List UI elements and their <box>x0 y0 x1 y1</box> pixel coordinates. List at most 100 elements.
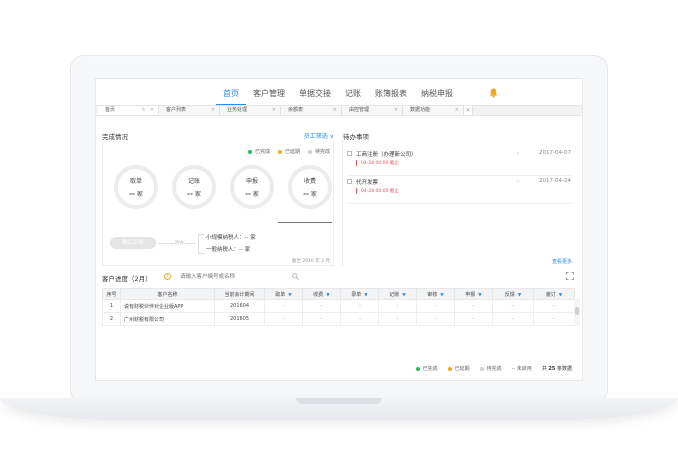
caret-down-icon[interactable]: ▼ <box>478 293 481 298</box>
column-header-filter[interactable]: 申报 ▼ <box>454 288 493 300</box>
close-icon[interactable]: × <box>211 106 215 115</box>
nav-item-handover[interactable]: 单据交接 <box>292 87 338 105</box>
info-icon[interactable]: i <box>164 273 171 280</box>
column-header-label: 审核 <box>427 291 438 298</box>
status-cell: -- <box>340 312 379 326</box>
table-row[interactable]: 2 广州财税有限公司 201605 -- -- -- -- -- -- -- -… <box>102 312 575 326</box>
nav-item-customers[interactable]: 客户管理 <box>246 87 292 105</box>
customer-name[interactable]: 广州财税有限公司 <box>120 312 215 326</box>
caret-down-icon[interactable]: ▼ <box>559 293 562 298</box>
nav-item-home[interactable]: 首页 <box>216 87 246 105</box>
ring-label: 收费 <box>303 178 316 185</box>
ring-label: 记账 <box>187 178 200 185</box>
status-cell: -- <box>492 312 534 326</box>
tab-home[interactable]: 首页 ↻ × <box>98 106 159 115</box>
ring-bookkeeping[interactable]: 记账 -- 家 <box>172 165 216 209</box>
column-header-label: 取单 <box>275 291 286 298</box>
todo-item[interactable]: 工商注册（办理新公司） › 2017-04-07 04-28 00:00 截止 <box>347 148 573 176</box>
customer-search-input[interactable] <box>180 272 288 282</box>
caret-down-icon[interactable]: ▼ <box>440 293 443 298</box>
close-icon[interactable]: × <box>394 106 398 115</box>
tab-balance[interactable]: 余额表 × <box>281 106 342 115</box>
caret-down-icon[interactable]: ▼ <box>288 293 291 298</box>
tab-customer-list[interactable]: 客户列表 × <box>159 106 220 115</box>
small-taxpayer-count: 小规模纳税人：-- 家 <box>206 235 256 241</box>
todo-item[interactable]: 代开发票 › 2017-04-24 04-28 00:00 截止 <box>347 176 573 204</box>
app-screen: 首页 客户管理 单据交接 记账 账簿报表 纳税申报 首页 ↻ × 客户列表 × 业务处… <box>95 78 583 381</box>
orange-dot-icon <box>277 149 282 154</box>
legend-pending: 待完成 <box>479 365 502 372</box>
staff-filter-dropdown[interactable]: 员工筛选 ∨ <box>304 131 334 140</box>
completion-panel: 完成情况 员工筛选 ∨ 已完成 已延期 待完成 取单 -- 家 记账 -- 家 … <box>102 131 334 266</box>
ring-unit: 家 <box>310 191 317 198</box>
todo-name: 代开发票 <box>356 180 379 186</box>
orange-dot-icon <box>447 366 452 371</box>
column-header-filter[interactable]: 收费 ▼ <box>302 288 341 300</box>
tab-label: 业务处理 <box>227 107 248 113</box>
caret-down-icon[interactable]: ▼ <box>402 293 405 298</box>
gray-dot-icon <box>307 149 312 154</box>
table-scrollbar[interactable] <box>574 299 580 325</box>
status-cell: -- <box>378 299 417 313</box>
ring-value: -- 家 <box>303 189 317 198</box>
column-header: 当前会计期间 <box>214 288 265 300</box>
close-icon[interactable]: × <box>333 106 337 115</box>
caret-down-icon[interactable]: ▼ <box>364 293 367 298</box>
column-header-filter[interactable]: 审核 ▼ <box>416 288 455 300</box>
status-cell: -- <box>378 312 417 326</box>
laptop-notch <box>296 398 382 404</box>
scrollbar-thumb[interactable] <box>575 307 579 315</box>
todo-checkbox[interactable] <box>347 151 352 156</box>
column-header-filter[interactable]: 记账 ▼ <box>378 288 417 300</box>
nav-item-bookkeeping[interactable]: 记账 <box>338 87 368 105</box>
nav-item-reports[interactable]: 账簿报表 <box>368 87 414 105</box>
column-header-filter[interactable]: 录单 ▼ <box>340 288 379 300</box>
connector-label: 待办 <box>174 240 185 246</box>
column-header-label: 当前会计期间 <box>224 291 255 298</box>
nav-item-tax[interactable]: 纳税申报 <box>414 87 460 105</box>
status-cell: -- <box>264 299 303 313</box>
tab-close-all-icon[interactable]: × <box>464 106 473 115</box>
start-accounting-button[interactable]: 做完出账 <box>110 237 156 249</box>
bracket-divider <box>198 234 204 254</box>
chevron-right-icon[interactable]: › <box>517 150 519 157</box>
table-row[interactable]: 1 说有财税伙伴对企业版APP 201604 -- -- -- -- -- --… <box>102 299 575 313</box>
expand-icon[interactable] <box>566 272 574 280</box>
todo-checkbox[interactable] <box>347 179 352 184</box>
chevron-right-icon[interactable]: › <box>517 178 519 185</box>
todo-title: 待办事项 <box>343 133 369 141</box>
ring-declare[interactable]: 申报 -- 家 <box>230 165 274 209</box>
progress-rings: 取单 -- 家 记账 -- 家 申报 -- 家 收费 -- 家 <box>114 165 332 209</box>
search-icon[interactable] <box>292 273 299 280</box>
view-more-link[interactable]: 查看更多 <box>552 258 572 265</box>
close-icon[interactable]: × <box>272 106 276 115</box>
completion-title: 完成情况 <box>102 133 128 141</box>
accounting-period: 201605 <box>214 312 265 326</box>
customer-progress-table: 序号 客户名称 当前会计期间 取单 ▼ 收费 ▼ 录单 ▼ 记账 ▼ 审核 ▼ 申报 ▼ 反… <box>102 288 575 326</box>
close-icon[interactable]: × <box>150 106 154 115</box>
todo-panel: 待办事项 工商注册（办理新公司） › 2017-04-07 04-28 00:0… <box>342 131 576 266</box>
tab-business[interactable]: 业务处理 × <box>220 106 281 115</box>
column-header-filter[interactable]: 装订 ▼ <box>533 288 575 300</box>
customer-progress-section: 客户进度（2月） i 序号 客户名称 当前会计期间 <box>102 271 580 326</box>
caret-down-icon[interactable]: ▼ <box>326 293 329 298</box>
status-cell: -- <box>302 299 341 313</box>
column-header-filter[interactable]: 反馈 ▼ <box>492 288 534 300</box>
close-icon[interactable]: × <box>455 106 459 115</box>
refresh-icon[interactable]: ↻ <box>142 106 146 115</box>
tab-strip: 首页 ↻ × 客户列表 × 业务处理 × 余额表 × 由控管理 × 数据功能 × × <box>96 105 582 116</box>
legend-delayed: 已延期 <box>277 148 300 155</box>
caret-down-icon[interactable]: ▼ <box>518 293 521 298</box>
customer-name[interactable]: 说有财税伙伴对企业版APP <box>120 299 215 313</box>
ring-charge[interactable]: 收费 -- 家 <box>288 165 332 209</box>
ring-fetch[interactable]: 取单 -- 家 <box>114 165 158 209</box>
tab-label: 客户列表 <box>166 107 187 113</box>
tab-data[interactable]: 数据功能 × <box>403 106 464 115</box>
tab-control[interactable]: 由控管理 × <box>342 106 403 115</box>
column-header-filter[interactable]: 取单 ▼ <box>264 288 303 300</box>
gray-dot-icon <box>479 366 484 371</box>
tab-label: 由控管理 <box>349 107 370 113</box>
column-header-label: 申报 <box>465 291 476 298</box>
bell-icon[interactable] <box>489 88 498 98</box>
row-number: 2 <box>102 312 121 326</box>
